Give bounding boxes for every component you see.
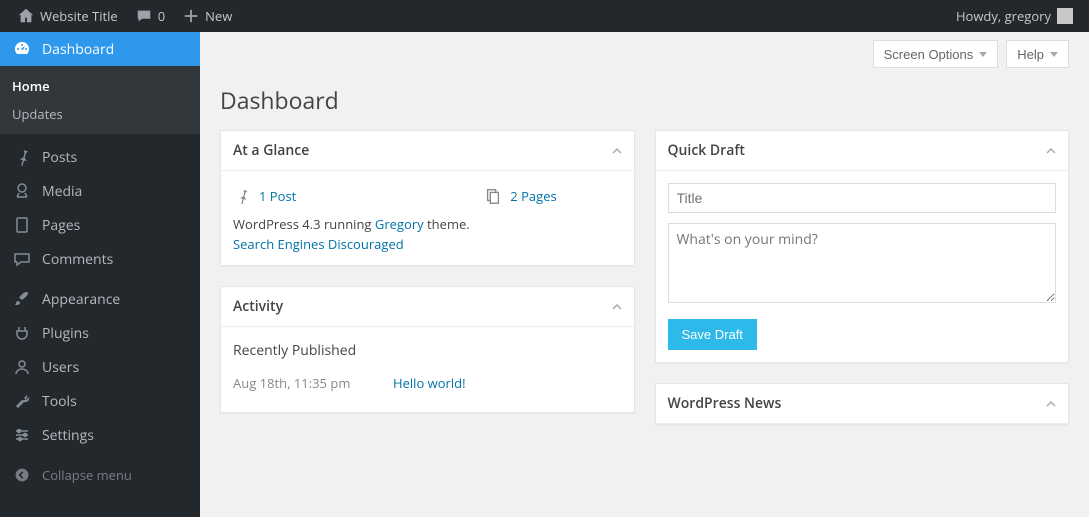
theme-link[interactable]: Gregory <box>375 215 424 233</box>
howdy-text: Howdy, gregory <box>956 7 1051 25</box>
recently-published-heading: Recently Published <box>233 339 622 366</box>
brush-icon <box>12 289 32 309</box>
screen-options-button[interactable]: Screen Options <box>873 40 999 68</box>
my-account[interactable]: Howdy, gregory <box>948 0 1081 32</box>
sidebar-item-plugins[interactable]: Plugins <box>0 316 200 350</box>
chevron-down-icon <box>1050 52 1058 57</box>
wordpress-news-title: WordPress News <box>668 394 782 413</box>
screen-options-label: Screen Options <box>884 47 974 62</box>
pin-icon <box>233 187 251 205</box>
user-icon <box>12 357 32 377</box>
sidebar-item-label: Settings <box>42 426 94 445</box>
sidebar-item-users[interactable]: Users <box>0 350 200 384</box>
help-button[interactable]: Help <box>1006 40 1069 68</box>
glance-pages-label: 2 Pages <box>510 187 556 205</box>
plug-icon <box>12 323 32 343</box>
activity-box: Activity Recently Published Aug 18th, 11… <box>220 286 635 413</box>
draft-content-textarea[interactable] <box>668 223 1057 303</box>
activity-time: Aug 18th, 11:35 pm <box>233 374 393 392</box>
glance-posts-label: 1 Post <box>259 187 296 205</box>
new-label: New <box>205 7 232 25</box>
sidebar-item-label: Appearance <box>42 290 120 309</box>
sidebar-item-label: Media <box>42 182 82 201</box>
plus-icon <box>181 6 201 26</box>
sidebar-item-dashboard[interactable]: Dashboard <box>0 32 200 66</box>
sidebar-sub-updates[interactable]: Updates <box>0 100 200 128</box>
media-icon <box>12 181 32 201</box>
sidebar-item-label: Plugins <box>42 324 89 343</box>
collapse-label: Collapse menu <box>42 466 132 484</box>
sidebar-item-label: Pages <box>42 216 80 235</box>
collapse-toggle-icon[interactable] <box>612 302 622 312</box>
home-icon <box>16 6 36 26</box>
collapse-icon <box>12 465 32 485</box>
activity-header[interactable]: Activity <box>221 287 634 327</box>
page-icon <box>484 187 502 205</box>
sidebar-item-label: Posts <box>42 148 77 167</box>
wordpress-news-box: WordPress News <box>655 383 1070 425</box>
sidebar-item-label: Comments <box>42 250 113 269</box>
wordpress-news-header[interactable]: WordPress News <box>656 384 1069 424</box>
wrench-icon <box>12 391 32 411</box>
activity-title: Activity <box>233 297 283 316</box>
glance-posts-link[interactable]: 1 Post <box>233 187 296 205</box>
sidebar-item-label: Users <box>42 358 79 377</box>
wp-version-text: WordPress 4.3 running Gregory theme. <box>233 215 622 233</box>
sidebar-submenu-dashboard: Home Updates <box>0 66 200 134</box>
new-link[interactable]: New <box>173 0 240 32</box>
quick-draft-title: Quick Draft <box>668 141 745 160</box>
quick-draft-header[interactable]: Quick Draft <box>656 131 1069 171</box>
quick-draft-box: Quick Draft Save Draft <box>655 130 1070 363</box>
sidebar-item-pages[interactable]: Pages <box>0 208 200 242</box>
sidebar-item-tools[interactable]: Tools <box>0 384 200 418</box>
pin-icon <box>12 147 32 167</box>
comments-link[interactable]: 0 <box>126 0 173 32</box>
collapse-menu[interactable]: Collapse menu <box>0 458 200 492</box>
save-draft-button[interactable]: Save Draft <box>668 319 757 350</box>
page-icon <box>12 215 32 235</box>
at-a-glance-title: At a Glance <box>233 141 309 160</box>
activity-row: Aug 18th, 11:35 pm Hello world! <box>233 366 622 400</box>
help-label: Help <box>1017 47 1044 62</box>
sidebar-item-label: Tools <box>42 392 77 411</box>
sidebar-item-settings[interactable]: Settings <box>0 418 200 452</box>
collapse-toggle-icon[interactable] <box>1046 399 1056 409</box>
site-link[interactable]: Website Title <box>8 0 126 32</box>
draft-title-input[interactable] <box>668 183 1057 213</box>
sidebar-item-comments[interactable]: Comments <box>0 242 200 276</box>
page-title: Dashboard <box>220 68 1069 120</box>
comment-icon <box>12 249 32 269</box>
site-title: Website Title <box>40 7 118 25</box>
comment-icon <box>134 6 154 26</box>
glance-pages-link[interactable]: 2 Pages <box>484 187 556 205</box>
chevron-down-icon <box>979 52 987 57</box>
sidebar-dashboard-label: Dashboard <box>42 40 114 59</box>
sidebar-item-posts[interactable]: Posts <box>0 140 200 174</box>
sidebar-item-appearance[interactable]: Appearance <box>0 282 200 316</box>
activity-post-link[interactable]: Hello world! <box>393 374 466 392</box>
sidebar-item-media[interactable]: Media <box>0 174 200 208</box>
settings-icon <box>12 425 32 445</box>
sidebar-sub-home[interactable]: Home <box>0 72 200 100</box>
avatar <box>1057 8 1073 24</box>
at-a-glance-box: At a Glance 1 Post <box>220 130 635 266</box>
at-a-glance-header[interactable]: At a Glance <box>221 131 634 171</box>
collapse-toggle-icon[interactable] <box>612 146 622 156</box>
dashboard-icon <box>12 39 32 59</box>
collapse-toggle-icon[interactable] <box>1046 146 1056 156</box>
search-engines-discouraged-link[interactable]: Search Engines Discouraged <box>233 233 622 253</box>
comment-count: 0 <box>158 7 165 25</box>
